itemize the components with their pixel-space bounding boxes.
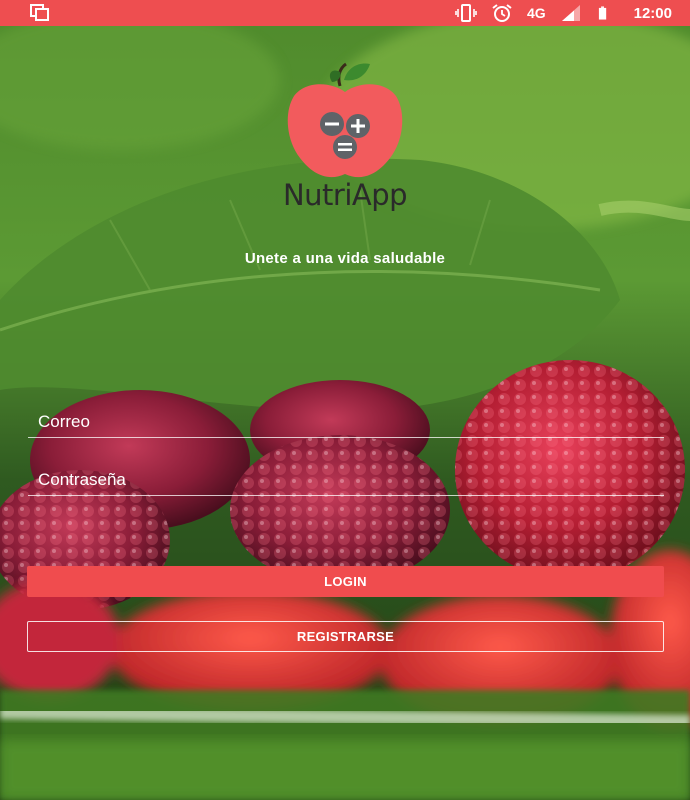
- register-button[interactable]: REGISTRARSE: [27, 621, 664, 652]
- login-button[interactable]: LOGIN: [27, 566, 664, 597]
- clock: 12:00: [633, 4, 672, 22]
- password-field[interactable]: [28, 464, 664, 496]
- status-bar: 4G 12:00: [0, 0, 690, 26]
- email-field-container: [28, 406, 664, 446]
- app-name: NutriApp: [282, 178, 408, 212]
- tagline: Unete a una vida saludable: [244, 250, 446, 267]
- network-type: 4G: [526, 5, 546, 21]
- password-field-container: [28, 464, 664, 504]
- vibrate-icon: [455, 4, 477, 22]
- alarm-icon: [492, 4, 512, 22]
- email-field[interactable]: [28, 406, 664, 438]
- battery-icon: [598, 6, 606, 20]
- signal-icon: [561, 5, 580, 21]
- recent-apps-icon: [30, 4, 49, 21]
- apple-logo-icon: [287, 62, 403, 178]
